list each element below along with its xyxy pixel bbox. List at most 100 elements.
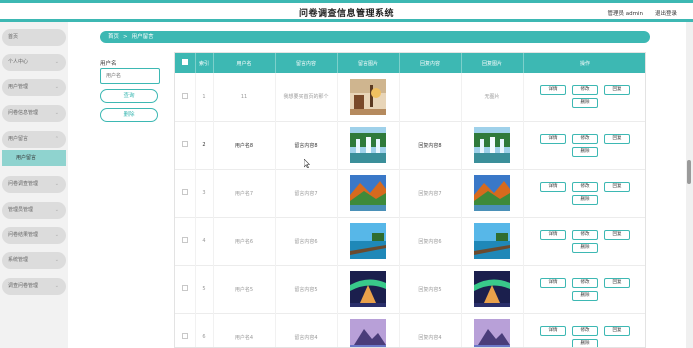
reply-button[interactable]: 回复 xyxy=(604,85,630,96)
row-reply xyxy=(399,73,462,121)
row-username: 用户名6 xyxy=(213,217,276,265)
table-row: 4 用户名6 留言内容6 回复内容6 详情 修改 回复 删除 xyxy=(175,217,645,265)
row-checkbox[interactable] xyxy=(181,92,188,99)
header-select-all[interactable] xyxy=(175,53,196,73)
row-index: 3 xyxy=(195,169,214,217)
row-username: 用户名7 xyxy=(213,169,276,217)
reply-button[interactable]: 回复 xyxy=(604,229,630,240)
delete-button[interactable]: 删除 xyxy=(572,242,598,253)
query-button[interactable]: 查询 xyxy=(100,89,158,103)
sidebar: 首页 个人中心 ⌄ 用户管理 ⌄ 问卷信息管理 ⌄ 用户留言 ⌃ 用户留言 问卷调查管理… xyxy=(0,22,68,348)
chevron-down-icon: ⌄ xyxy=(54,84,59,90)
header-message: 留言内容 xyxy=(275,53,338,73)
sidebar-item-label: 首页 xyxy=(8,34,19,40)
row-username: 用户名5 xyxy=(213,265,276,313)
reply-button[interactable]: 回复 xyxy=(604,133,630,144)
row-actions: 详情 修改 回复 删除 xyxy=(523,73,645,121)
row-select-cell[interactable] xyxy=(175,73,196,121)
delete-selected-button[interactable]: 删除 xyxy=(100,108,158,122)
delete-button[interactable]: 删除 xyxy=(572,146,598,157)
detail-button[interactable]: 详情 xyxy=(540,277,566,288)
row-username: 11 xyxy=(213,73,276,121)
submenu-item-user-messages[interactable]: 用户留言 xyxy=(2,150,66,166)
row-checkbox[interactable] xyxy=(181,141,188,147)
delete-button[interactable]: 删除 xyxy=(572,338,598,347)
row-select-cell[interactable] xyxy=(175,313,196,347)
detail-button[interactable]: 详情 xyxy=(540,325,566,336)
sidebar-item-user-management[interactable]: 用户管理 ⌄ xyxy=(2,79,66,96)
row-checkbox[interactable] xyxy=(181,237,188,243)
row-message: 留言内容5 xyxy=(275,265,338,313)
sidebar-item-survey-management[interactable]: 问卷调查管理 ⌄ xyxy=(2,176,66,193)
detail-button[interactable]: 详情 xyxy=(540,85,566,96)
chevron-down-icon: ⌄ xyxy=(54,283,59,289)
sidebar-item-survey-questionnaire[interactable]: 调查问卷管理 ⌄ xyxy=(2,278,66,295)
row-checkbox[interactable] xyxy=(181,189,188,195)
header-actions: 操作 xyxy=(523,53,645,73)
username-search-input[interactable] xyxy=(100,68,160,84)
chevron-down-icon: ⌄ xyxy=(54,257,59,263)
edit-button[interactable]: 修改 xyxy=(572,277,598,288)
row-select-cell[interactable] xyxy=(175,265,196,313)
edit-button[interactable]: 修改 xyxy=(572,85,598,96)
row-reply-image xyxy=(461,217,524,265)
row-select-cell[interactable] xyxy=(175,217,196,265)
row-checkbox[interactable] xyxy=(181,333,188,339)
sidebar-item-home[interactable]: 首页 xyxy=(2,29,66,46)
row-reply: 回复内容5 xyxy=(399,265,462,313)
app-title: 问卷调查信息管理系统 xyxy=(298,9,394,19)
search-label: 用户名 xyxy=(100,61,117,67)
delete-button[interactable]: 删除 xyxy=(572,98,598,109)
table-row: 3 用户名7 留言内容7 回复内容7 详情 修改 回复 删除 xyxy=(175,169,645,217)
logout-link[interactable]: 退出登录 xyxy=(655,9,677,17)
delete-button[interactable]: 删除 xyxy=(572,194,598,205)
row-reply-image: 无图片 xyxy=(461,73,524,121)
scrollbar-thumb[interactable] xyxy=(687,160,691,184)
sidebar-item-results-management[interactable]: 问卷结果管理 ⌄ xyxy=(2,227,66,244)
edit-button[interactable]: 修改 xyxy=(572,229,598,240)
sidebar-item-label: 问卷调查管理 xyxy=(8,181,39,187)
reply-button[interactable]: 回复 xyxy=(604,181,630,192)
row-message-image xyxy=(337,73,400,121)
chevron-up-icon: ⌃ xyxy=(54,136,59,142)
row-select-cell[interactable] xyxy=(175,169,196,217)
top-bar: 问卷调查信息管理系统 管理员 admin 退出登录 xyxy=(0,0,693,22)
header-username: 用户名 xyxy=(213,53,276,73)
detail-button[interactable]: 详情 xyxy=(540,133,566,144)
select-all-checkbox[interactable] xyxy=(181,59,188,65)
sidebar-item-label: 管理员管理 xyxy=(8,207,34,213)
edit-button[interactable]: 修改 xyxy=(572,325,598,336)
reply-button[interactable]: 回复 xyxy=(604,277,630,288)
table-row: 2 用户名8 留言内容8 回复内容8 详情 修改 回复 删除 xyxy=(175,121,645,169)
breadcrumb-home[interactable]: 首页 xyxy=(108,34,119,40)
row-message-image xyxy=(337,217,400,265)
current-user: 管理员 admin xyxy=(607,11,643,17)
row-checkbox[interactable] xyxy=(181,285,188,291)
sidebar-item-label: 用户管理 xyxy=(8,84,29,90)
row-reply-image xyxy=(461,265,524,313)
row-message: 留言内容6 xyxy=(275,217,338,265)
row-index: 6 xyxy=(195,313,214,347)
sidebar-item-user-messages[interactable]: 用户留言 ⌃ xyxy=(2,131,66,148)
row-message: 我想要买首页的那个 xyxy=(275,73,338,121)
sidebar-item-label: 系统管理 xyxy=(8,257,29,263)
header-message-image: 留言图片 xyxy=(337,53,400,73)
edit-button[interactable]: 修改 xyxy=(572,133,598,144)
sidebar-item-label: 用户留言 xyxy=(8,136,29,142)
sidebar-item-admin-management[interactable]: 管理员管理 ⌄ xyxy=(2,202,66,219)
sidebar-item-questionnaire-info[interactable]: 问卷信息管理 ⌄ xyxy=(2,105,66,122)
delete-button[interactable]: 删除 xyxy=(572,290,598,301)
reply-button[interactable]: 回复 xyxy=(604,325,630,336)
detail-button[interactable]: 详情 xyxy=(540,181,566,192)
row-select-cell[interactable] xyxy=(175,121,196,169)
sidebar-item-system-management[interactable]: 系统管理 ⌄ xyxy=(2,252,66,269)
detail-button[interactable]: 详情 xyxy=(540,229,566,240)
sidebar-item-label: 调查问卷管理 xyxy=(8,283,39,289)
page-scrollbar[interactable] xyxy=(686,22,693,348)
row-message: 留言内容4 xyxy=(275,313,338,347)
row-index: 4 xyxy=(195,217,214,265)
sidebar-item-personal-center[interactable]: 个人中心 ⌄ xyxy=(2,54,66,71)
row-index: 5 xyxy=(195,265,214,313)
edit-button[interactable]: 修改 xyxy=(572,181,598,192)
row-reply: 回复内容7 xyxy=(399,169,462,217)
